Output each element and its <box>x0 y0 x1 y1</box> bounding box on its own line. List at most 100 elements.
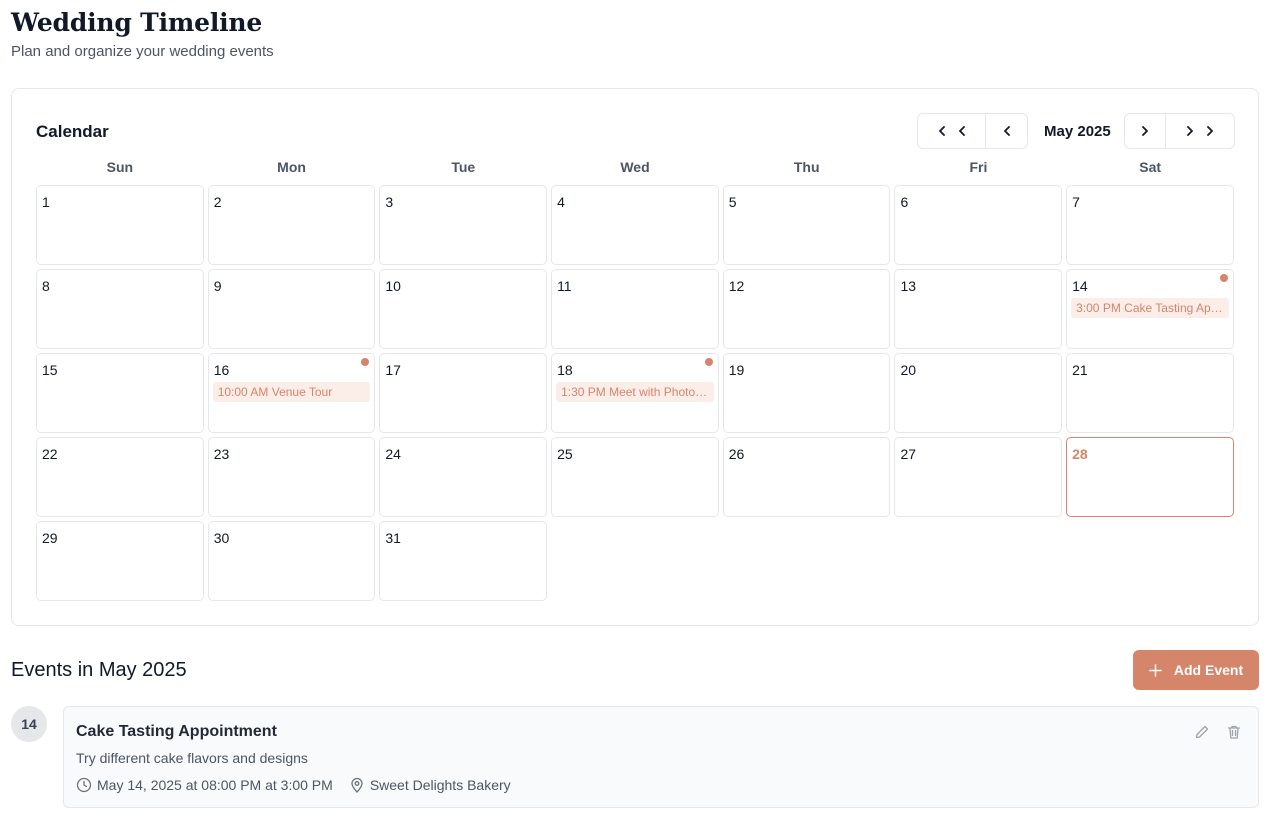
day-number: 13 <box>900 278 917 294</box>
add-event-label: Add Event <box>1173 662 1244 678</box>
next-year-button[interactable] <box>1166 114 1234 148</box>
event-name: Cake Tasting Appointment <box>76 723 277 740</box>
trash-icon <box>1227 725 1241 739</box>
day-number: 9 <box>213 278 222 294</box>
day-number: 5 <box>728 194 737 210</box>
calendar-day-15[interactable]: 15 <box>36 353 204 433</box>
weekday-label: Sat <box>1139 159 1162 175</box>
calendar-day-14[interactable]: 14 3:00 PM Cake Tasting Appointment <box>1066 269 1234 349</box>
calendar-day-8[interactable]: 8 <box>36 269 204 349</box>
chevron-right-icon <box>1141 126 1148 136</box>
weekday-label: Mon <box>277 159 306 175</box>
event-meta: May 14, 2025 at 08:00 PM at 3:00 PM Swee… <box>76 777 527 793</box>
calendar-day-18[interactable]: 18 1:30 PM Meet with Photographer <box>551 353 719 433</box>
calendar-day-21[interactable]: 21 <box>1066 353 1234 433</box>
weekday-label: Wed <box>620 159 650 175</box>
calendar-event-chip[interactable]: 10:00 AM Venue Tour <box>212 382 371 402</box>
day-number: 31 <box>385 530 401 546</box>
weekday-header: Sun Mon Tue Wed Thu Fri Sat <box>36 159 1234 175</box>
day-number: 26 <box>728 446 745 462</box>
event-day-badge: 14 <box>11 706 47 742</box>
calendar-day-28[interactable]: 28 <box>1066 437 1234 517</box>
delete-event-button[interactable] <box>1224 722 1244 742</box>
map-pin-icon <box>351 777 363 793</box>
day-number: 21 <box>1072 362 1088 378</box>
calendar-day-26[interactable]: 26 <box>722 437 891 517</box>
calendar-day-16[interactable]: 16 10:00 AM Venue Tour <box>207 353 376 433</box>
weekday-label: Sun <box>106 159 134 175</box>
calendar-card: Calendar May 2025 Sun Mon Tue Wed Thu Fr… <box>11 88 1259 626</box>
clock-icon <box>76 777 92 793</box>
calendar-day-4[interactable]: 4 <box>551 185 719 265</box>
page-subtitle: Plan and organize your wedding events <box>11 43 274 60</box>
add-event-button[interactable]: Add Event <box>1133 650 1259 690</box>
calendar-day-23[interactable]: 23 <box>207 437 376 517</box>
event-location-text: Sweet Delights Bakery <box>369 777 511 793</box>
calendar-grid: 1 2 3 4 5 6 7 8 9 10 11 12 13 14 3:00 PM Cake Tasting … <box>36 185 1234 601</box>
prev-year-button[interactable] <box>918 114 987 148</box>
calendar-next-nav <box>1124 113 1235 149</box>
day-number: 28 <box>1072 446 1088 462</box>
calendar-day-30[interactable]: 30 <box>207 521 376 601</box>
calendar-day-5[interactable]: 5 <box>722 185 891 265</box>
calendar-day-29[interactable]: 29 <box>36 521 204 601</box>
chevron-left-icon <box>958 126 965 136</box>
day-number: 24 <box>385 446 401 462</box>
calendar-day-20[interactable]: 20 <box>894 353 1063 433</box>
day-number: 27 <box>900 446 917 462</box>
calendar-day-11[interactable]: 11 <box>551 269 719 349</box>
chevron-left-icon <box>1003 126 1010 136</box>
calendar-event-chip[interactable]: 3:00 PM Cake Tasting Appointment <box>1071 298 1229 318</box>
current-month-label: May 2025 <box>1044 123 1111 140</box>
calendar-day-10[interactable]: 10 <box>379 269 548 349</box>
day-number: 2 <box>213 194 222 210</box>
calendar-day-24[interactable]: 24 <box>379 437 548 517</box>
event-card[interactable]: Cake Tasting Appointment Try different c… <box>63 706 1259 808</box>
day-number: 17 <box>385 362 401 378</box>
calendar-day-13[interactable]: 13 <box>894 269 1063 349</box>
calendar-day-2[interactable]: 2 <box>207 185 376 265</box>
day-number: 30 <box>213 530 230 546</box>
event-datetime: May 14, 2025 at 08:00 PM at 3:00 PM <box>76 777 333 793</box>
day-number: 22 <box>42 446 58 462</box>
edit-event-button[interactable] <box>1192 722 1212 742</box>
day-number: 4 <box>557 194 565 210</box>
event-indicator-dot <box>1219 274 1228 282</box>
day-number: 15 <box>42 362 58 378</box>
events-section-title: Events in May 2025 <box>11 659 187 681</box>
day-number: 3 <box>385 194 394 210</box>
calendar-day-9[interactable]: 9 <box>207 269 376 349</box>
prev-month-button[interactable] <box>986 114 1027 148</box>
calendar-day-6[interactable]: 6 <box>894 185 1063 265</box>
day-number: 18 <box>557 362 573 378</box>
weekday-label: Fri <box>969 159 988 175</box>
day-number: 8 <box>42 278 50 294</box>
calendar-day-19[interactable]: 19 <box>722 353 891 433</box>
plus-icon <box>1149 663 1162 677</box>
calendar-prev-nav <box>917 113 1028 149</box>
event-description: Try different cake flavors and designs <box>76 750 308 766</box>
event-indicator-dot <box>361 358 370 366</box>
calendar-day-3[interactable]: 3 <box>379 185 548 265</box>
calendar-day-25[interactable]: 25 <box>551 437 719 517</box>
day-number: 16 <box>213 362 230 378</box>
event-datetime-text: May 14, 2025 at 08:00 PM at 3:00 PM <box>97 777 333 793</box>
chevron-right-icon <box>1206 126 1213 136</box>
calendar-event-chip[interactable]: 1:30 PM Meet with Photographer <box>556 382 714 402</box>
calendar-title: Calendar <box>36 122 109 141</box>
event-location: Sweet Delights Bakery <box>349 777 511 793</box>
calendar-day-1[interactable]: 1 <box>36 185 204 265</box>
calendar-day-27[interactable]: 27 <box>894 437 1063 517</box>
calendar-day-31[interactable]: 31 <box>379 521 548 601</box>
day-number: 23 <box>213 446 230 462</box>
calendar-day-22[interactable]: 22 <box>36 437 204 517</box>
calendar-day-17[interactable]: 17 <box>379 353 548 433</box>
day-number: 12 <box>728 278 745 294</box>
day-number: 14 <box>1072 278 1088 294</box>
calendar-day-7[interactable]: 7 <box>1066 185 1234 265</box>
day-number: 29 <box>42 530 58 546</box>
day-number: 10 <box>385 278 401 294</box>
next-month-button[interactable] <box>1125 114 1166 148</box>
calendar-day-12[interactable]: 12 <box>722 269 891 349</box>
day-number: 6 <box>900 194 909 210</box>
